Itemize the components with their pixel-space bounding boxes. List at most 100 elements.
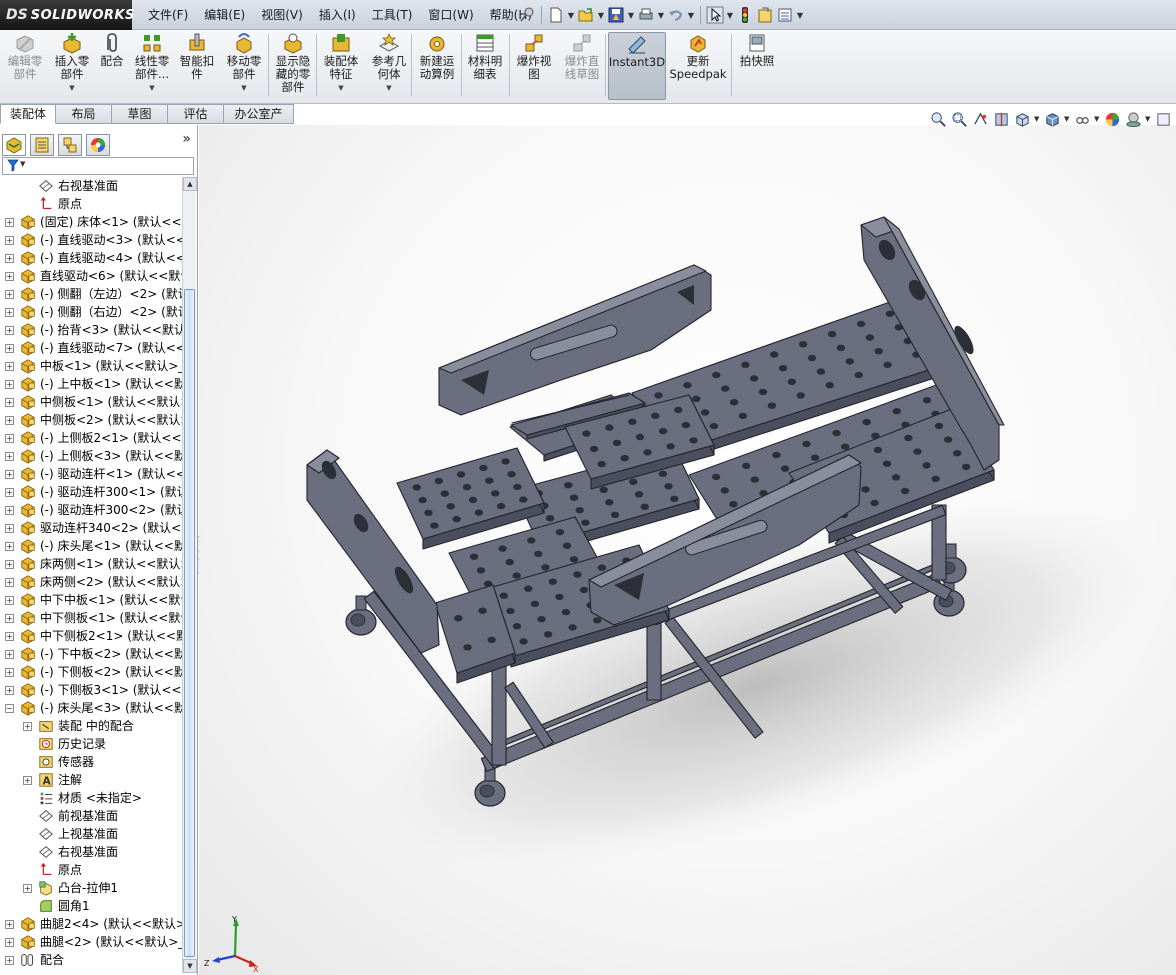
tree-item[interactable]: + 床两侧<2> (默认<<默认> [0, 573, 182, 591]
edit-appearance-icon[interactable] [1103, 110, 1121, 128]
cmd-assembly-feature[interactable]: 装配体 特征 ▼ [318, 32, 364, 100]
options-dropdown-arrow[interactable]: ▼ [796, 11, 804, 20]
scroll-thumb[interactable] [184, 289, 195, 957]
tree-item[interactable]: + 曲腿2<4> (默认<<默认>_ [0, 915, 182, 933]
cmd-instant3d[interactable]: Instant3D [608, 32, 666, 100]
configurationmanager-icon[interactable] [58, 134, 82, 156]
cmd-explode-line-sketch[interactable]: 爆炸直 线草图 [558, 32, 606, 100]
expand-icon[interactable]: + [5, 218, 14, 227]
menu-item-2[interactable]: 视图(V) [253, 0, 311, 30]
tree-item[interactable]: + (固定) 床体<1> (默认<<默 [0, 213, 182, 231]
tree-item[interactable]: + 中下侧板2<1> (默认<<默 [0, 627, 182, 645]
menu-item-1[interactable]: 编辑(E) [196, 0, 253, 30]
open-dropdown-arrow[interactable]: ▼ [597, 11, 605, 20]
expand-icon[interactable]: + [5, 488, 14, 497]
menu-item-4[interactable]: 工具(T) [364, 0, 421, 30]
select-cursor-dropdown-arrow[interactable]: ▼ [726, 11, 734, 20]
expand-icon[interactable]: + [5, 686, 14, 695]
panel-expand-button[interactable]: » [182, 131, 191, 147]
cmd-move-component[interactable]: 移动零 部件 ▼ [222, 32, 266, 100]
expand-icon[interactable]: + [5, 560, 14, 569]
expand-icon[interactable]: + [5, 578, 14, 587]
tree-item[interactable]: 右视基准面 [0, 843, 182, 861]
tree-item[interactable]: + 直线驱动<6> (默认<<默认 [0, 267, 182, 285]
expand-icon[interactable]: + [23, 776, 32, 785]
file-properties-icon[interactable] [756, 6, 774, 24]
expand-icon[interactable]: + [23, 884, 32, 893]
zoom-area-icon[interactable] [950, 110, 968, 128]
menu-item-5[interactable]: 窗口(W) [420, 0, 481, 30]
expand-icon[interactable]: + [5, 236, 14, 245]
tree-item[interactable]: + 曲腿<2> (默认<<默认>_ [0, 933, 182, 951]
tree-item[interactable]: 上视基准面 [0, 825, 182, 843]
cmd-speedpak[interactable]: 更新 Speedpak [669, 32, 727, 100]
tab-4[interactable]: 办公室产品 [224, 104, 294, 139]
cmd-reference-geometry[interactable]: 参考几 何体 ▼ [366, 32, 412, 100]
tree-item[interactable]: + 配合 [0, 951, 182, 969]
tree-item[interactable]: 传感器 [0, 753, 182, 771]
tree-item[interactable]: 原点 [0, 195, 182, 213]
tree-item[interactable]: 右视基准面 [0, 177, 182, 195]
tree-item[interactable]: + (-) 下侧板<2> (默认<<默 [0, 663, 182, 681]
expand-icon[interactable]: + [5, 254, 14, 263]
tree-item[interactable]: + 驱动连杆340<2> (默认<< [0, 519, 182, 537]
tree-item[interactable]: 圆角1 [0, 897, 182, 915]
expand-icon[interactable]: + [5, 344, 14, 353]
tree-item[interactable]: + 床两侧<1> (默认<<默认> [0, 555, 182, 573]
propertymanager-icon[interactable] [30, 134, 54, 156]
expand-icon[interactable]: + [5, 362, 14, 371]
expand-icon[interactable]: + [5, 470, 14, 479]
tree-item[interactable]: 前视基准面 [0, 807, 182, 825]
tree-item[interactable]: − (-) 床头尾<3> (默认<<默 [0, 699, 182, 717]
tab-0[interactable]: 装配体 [0, 104, 56, 124]
cmd-mate-paperclip[interactable]: 配合 [96, 32, 128, 100]
view-orientation-icon[interactable] [1013, 110, 1031, 128]
tab-2[interactable]: 草图 [112, 104, 168, 124]
cmd-smart-fasteners[interactable]: 智能扣件 [176, 32, 218, 100]
expand-icon[interactable]: + [5, 668, 14, 677]
solidworks-logo[interactable]: DS SOLIDWORKS [0, 0, 134, 30]
cmd-show-hidden[interactable]: 显示隐 藏的零 部件 [270, 32, 316, 100]
new-document-dropdown-arrow[interactable]: ▼ [567, 11, 575, 20]
tree-item[interactable]: + (-) 直线驱动<7> (默认<< [0, 339, 182, 357]
menu-item-0[interactable]: 文件(F) [140, 0, 196, 30]
tree-item[interactable]: + 装配 中的配合 [0, 717, 182, 735]
expand-icon[interactable]: + [5, 308, 14, 317]
tab-1[interactable]: 布局 [56, 104, 112, 124]
cmd-dropdown-arrow[interactable]: ▼ [241, 82, 246, 95]
expand-icon[interactable]: + [5, 398, 14, 407]
pin-icon[interactable] [518, 6, 536, 24]
tree-item[interactable]: + 中下侧板<1> (默认<<默认 [0, 609, 182, 627]
scene-icon[interactable] [1124, 110, 1142, 128]
tree-item[interactable]: + (-) 上中板<1> (默认<<默 [0, 375, 182, 393]
expand-icon[interactable]: + [5, 452, 14, 461]
options-icon[interactable] [776, 6, 794, 24]
open-icon[interactable] [577, 6, 595, 24]
expand-icon[interactable]: + [5, 632, 14, 641]
graphics-area[interactable] [199, 125, 1176, 975]
tree-filter[interactable]: ▼ [2, 157, 194, 175]
expand-icon[interactable]: + [5, 650, 14, 659]
display-style-icon[interactable] [1043, 110, 1061, 128]
expand-icon[interactable]: + [5, 326, 14, 335]
expand-icon[interactable]: + [5, 416, 14, 425]
hide-show-dropdown-arrow[interactable]: ▼ [1094, 115, 1100, 123]
tree-item[interactable]: + 中板<1> (默认<<默认>_ [0, 357, 182, 375]
cmd-bill-of-materials[interactable]: 材料明 细表 [462, 32, 508, 100]
tree-item[interactable]: + (-) 驱动连杆300<1> (默认 [0, 483, 182, 501]
tree-item[interactable]: + 中侧板<2> (默认<<默认> [0, 411, 182, 429]
tab-3[interactable]: 评估 [168, 104, 224, 124]
tree-item[interactable]: + (-) 直线驱动<4> (默认<< [0, 249, 182, 267]
cmd-dropdown-arrow[interactable]: ▼ [386, 82, 391, 95]
expand-icon[interactable]: + [5, 506, 14, 515]
tree-item[interactable]: 原点 [0, 861, 182, 879]
undo-icon[interactable] [667, 6, 685, 24]
cmd-dropdown-arrow[interactable]: ▼ [149, 82, 154, 95]
cmd-linear-pattern[interactable]: 线性零 部件... ▼ [130, 32, 174, 100]
filter-dropdown-arrow[interactable]: ▼ [20, 160, 25, 168]
print-icon[interactable] [637, 6, 655, 24]
undo-dropdown-arrow[interactable]: ▼ [687, 11, 695, 20]
tree-item[interactable]: + A 注解 [0, 771, 182, 789]
save-dropdown-arrow[interactable]: ▼ [627, 11, 635, 20]
tree-item[interactable]: 历史记录 [0, 735, 182, 753]
